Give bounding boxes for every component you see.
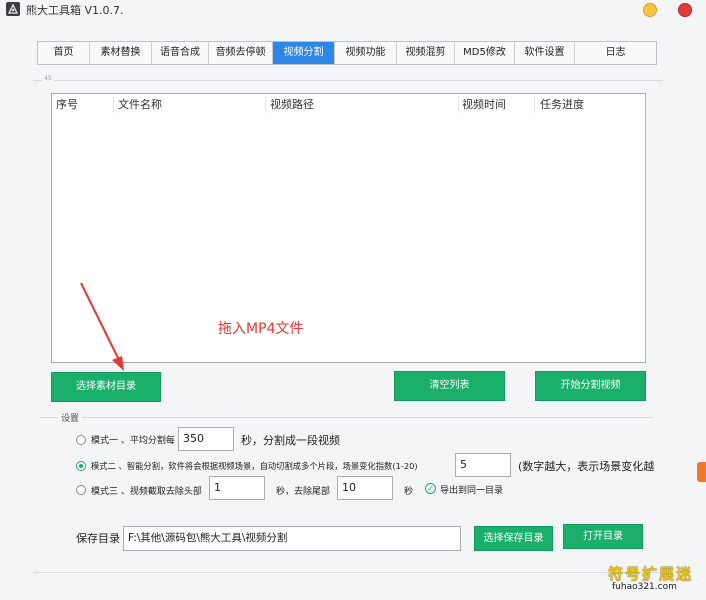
open-dir-button[interactable]: 打开目录 — [563, 524, 643, 549]
save-dir-input[interactable]: F:\其他\源码包\熊大工具\视频分割 — [123, 526, 461, 551]
mode3-tail-input[interactable]: 10 — [337, 476, 393, 500]
column-header-video-path[interactable]: 视频路径 — [270, 96, 314, 112]
mode3-head-input[interactable]: 1 — [209, 476, 265, 500]
mode3-sec-text: 秒 — [404, 487, 414, 497]
tab-software-settings[interactable]: 软件设置 — [515, 42, 575, 64]
bottom-divider — [33, 572, 663, 573]
file-group-divider — [33, 80, 663, 81]
tab-material-replace[interactable]: 素材替换 — [90, 42, 152, 64]
column-divider — [265, 95, 266, 113]
column-header-video-time[interactable]: 视频时间 — [462, 96, 506, 112]
select-material-dir-button[interactable]: 选择素材目录 — [51, 372, 161, 402]
start-split-button[interactable]: 开始分割视频 — [535, 371, 646, 401]
arrow-annotation-icon — [80, 282, 124, 371]
mode1-suffix: 秒，分割成一段视频 — [241, 434, 340, 447]
export-same-dir-checkbox[interactable]: ✓ — [425, 483, 436, 494]
column-divider — [534, 95, 535, 113]
export-same-dir-label: 导出到同一目录 — [440, 486, 504, 496]
watermark-url: fuhao321.com — [612, 582, 677, 592]
column-header-task-progress[interactable]: 任务进度 — [540, 96, 584, 112]
tab-video-functions[interactable]: 视频功能 — [335, 42, 397, 64]
mode3-mid-text: 秒，去除尾部 — [276, 487, 331, 497]
file-list[interactable] — [51, 93, 646, 363]
tab-video-split[interactable]: 视频分割 — [273, 42, 335, 64]
tab-home[interactable]: 首页 — [38, 42, 90, 64]
mode1-radio[interactable] — [76, 435, 86, 445]
choose-save-dir-button[interactable]: 选择保存目录 — [474, 526, 553, 551]
mode3-label: 模式三 、视频截取去除头部 — [91, 487, 202, 497]
app-logo-icon — [6, 2, 20, 16]
mode2-suffix: (数字越大，表示场景变化越 — [518, 460, 655, 473]
tab-speech-synthesis[interactable]: 语音合成 — [152, 42, 209, 64]
column-header-index[interactable]: 序号 — [56, 96, 78, 112]
column-divider — [458, 95, 459, 113]
side-widget-icon[interactable] — [697, 462, 706, 482]
column-header-filename[interactable]: 文件名称 — [118, 96, 162, 112]
mode3-radio[interactable] — [76, 485, 86, 495]
clear-list-button[interactable]: 清空列表 — [394, 371, 505, 401]
drop-hint: 拖入MP4文件 — [218, 321, 304, 337]
tab-md5-modify[interactable]: MD5修改 — [455, 42, 515, 64]
file-group-label: 45 — [42, 75, 54, 82]
tab-log[interactable]: 日志 — [575, 42, 656, 64]
title-bar: 熊大工具箱 V1.0.7. — [0, 0, 706, 20]
settings-divider — [40, 417, 653, 418]
tab-bar: 首页 素材替换 语音合成 音频去停顿 视频分割 视频功能 视频混剪 MD5修改 … — [37, 41, 657, 65]
minimize-button[interactable] — [643, 3, 657, 17]
mode2-radio[interactable] — [76, 461, 86, 471]
mode1-label: 模式一 、平均分割每 — [91, 436, 175, 446]
mode2-label: 模式二 、智能分割，软件将会根据视频场景，自动切割成多个片段，场景变化指数(1-… — [91, 461, 418, 471]
tab-audio-pause-removal[interactable]: 音频去停顿 — [209, 42, 273, 64]
column-divider — [113, 95, 114, 113]
settings-label: 设置 — [58, 411, 83, 424]
tab-video-mix[interactable]: 视频混剪 — [397, 42, 455, 64]
mode1-seconds-input[interactable]: 350 — [178, 427, 234, 451]
mode2-scene-index-input[interactable]: 5 — [455, 453, 511, 477]
window-title: 熊大工具箱 V1.0.7. — [26, 4, 124, 17]
save-dir-label: 保存目录 — [76, 532, 120, 545]
watermark-text: 符号扩展迷 — [608, 565, 694, 583]
close-button[interactable] — [678, 3, 692, 17]
